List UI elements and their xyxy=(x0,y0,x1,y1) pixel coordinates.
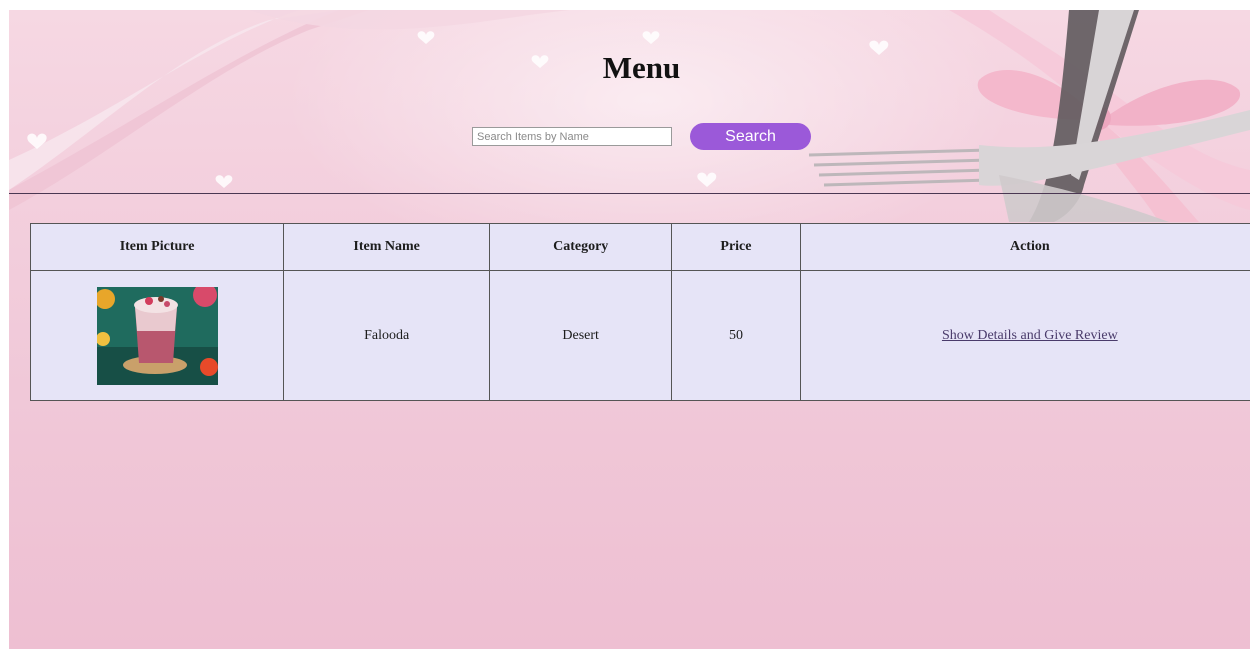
menu-table: Item Picture Item Name Category Price Ac… xyxy=(29,223,1250,401)
item-category-cell: Desert xyxy=(489,270,673,401)
page-background: Menu Search Item Picture Item Name Categ… xyxy=(9,10,1250,649)
item-action-cell: Show Details and Give Review xyxy=(799,270,1250,401)
page-title: Menu xyxy=(602,50,681,85)
column-header-category: Category xyxy=(489,223,673,271)
falooda-drink-image xyxy=(96,286,218,385)
column-header-item-name: Item Name xyxy=(283,223,491,271)
table-row: Falooda Desert 50 Show Details and Give … xyxy=(29,270,1250,401)
item-price-cell: 50 xyxy=(671,270,801,401)
show-details-link[interactable]: Show Details and Give Review xyxy=(942,328,1118,343)
item-name-cell: Falooda xyxy=(283,270,491,401)
search-input[interactable] xyxy=(472,127,672,146)
search-button[interactable]: Search xyxy=(690,123,811,150)
item-picture-cell xyxy=(29,270,285,401)
header-divider xyxy=(9,193,1250,194)
table-header-row: Item Picture Item Name Category Price Ac… xyxy=(29,223,1250,271)
column-header-price: Price xyxy=(671,223,801,271)
column-header-action: Action xyxy=(799,223,1250,271)
column-header-item-picture: Item Picture xyxy=(29,223,285,271)
